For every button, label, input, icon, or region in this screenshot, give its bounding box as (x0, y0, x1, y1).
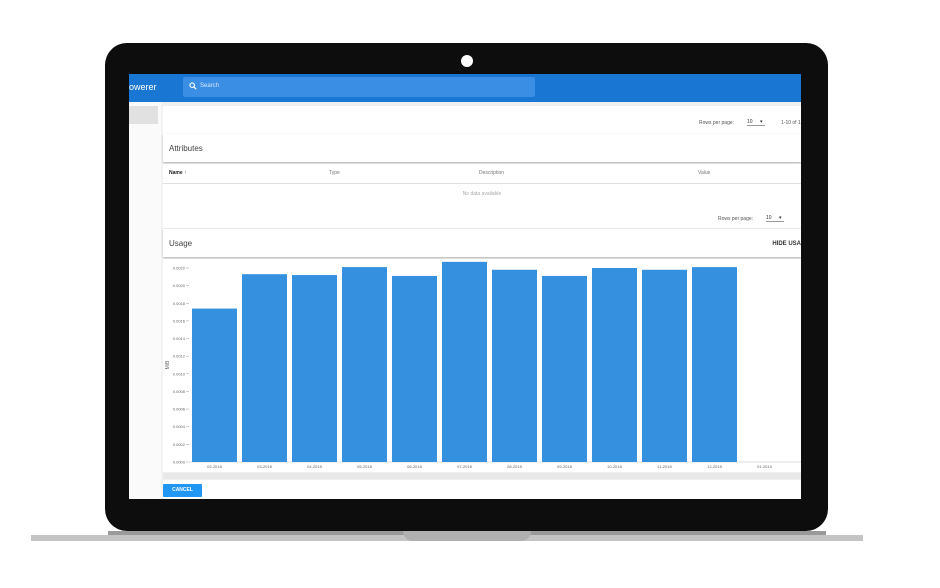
laptop-base-notch (403, 531, 531, 541)
x-tick-label: 05-2018 (357, 464, 372, 469)
y-tick-label: 0.0010 (173, 371, 186, 376)
y-tick-label: 0.0014 (173, 336, 186, 341)
x-tick-label: 03-2018 (257, 464, 272, 469)
rows-per-page-value: 10 (747, 119, 753, 125)
y-tick-label: 0.0012 (173, 354, 186, 359)
y-tick-label: 0.0022 (173, 266, 186, 271)
column-header-type[interactable]: Type (329, 170, 340, 176)
bar (692, 267, 737, 462)
footer (163, 480, 801, 499)
pagination-top: Rows per page: 10 ▾ 1-10 of 1 (163, 106, 801, 134)
x-tick-label: 01-2019 (757, 464, 772, 469)
app-title: owerer (129, 82, 157, 92)
chevron-down-icon: ▾ (759, 119, 763, 125)
y-tick-label: 0.0008 (173, 389, 186, 394)
x-tick-label: 11-2018 (657, 464, 672, 469)
pagination-range: 1-10 of 1 (781, 120, 801, 126)
table-rows-per-page-select[interactable]: 10 ▾ (766, 215, 784, 222)
table-rows-per-page-label: Rows per page: (718, 216, 754, 222)
attributes-header: Attributes (163, 134, 801, 162)
sidebar (129, 102, 161, 499)
header-divider (163, 183, 801, 184)
y-tick-label: 0.0018 (173, 301, 186, 306)
x-tick-label: 10-2018 (607, 464, 622, 469)
column-header-value[interactable]: Value (698, 170, 710, 176)
x-tick-label: 02-2018 (207, 464, 222, 469)
sidebar-item-selected[interactable] (129, 106, 158, 124)
usage-title: Usage (169, 239, 193, 248)
chart-scrollbar[interactable] (163, 473, 801, 479)
y-tick-label: 0.0020 (173, 283, 186, 288)
cancel-button[interactable]: CANCEL (163, 484, 202, 497)
search-bar[interactable]: Search (183, 77, 535, 97)
search-icon (189, 82, 197, 90)
bar (342, 267, 387, 462)
rows-per-page-select[interactable]: 10 ▾ (747, 119, 765, 126)
y-axis-label: MiB (165, 360, 171, 369)
bar (192, 308, 237, 462)
bar (242, 274, 287, 462)
x-tick-label: 06-2018 (407, 464, 422, 469)
attributes-table: Name ↑ Type Description Value No data av… (163, 164, 801, 228)
search-input[interactable]: Search (200, 83, 219, 89)
usage-chart-card: MiB 0.0000 0.0002 0.0004 0.0006 0.0008 0.0010 0… (163, 259, 801, 472)
column-header-name[interactable]: Name ↑ (169, 170, 187, 176)
hide-usage-button[interactable]: HIDE USA (772, 241, 801, 247)
chevron-down-icon: ▾ (778, 215, 782, 221)
arrow-up-icon: ↑ (184, 170, 187, 176)
main-content: Rows per page: 10 ▾ 1-10 of 1 Attributes… (163, 102, 801, 499)
bar (642, 269, 687, 462)
bar (442, 261, 487, 462)
y-tick-label: 0.0002 (173, 442, 186, 447)
bar (592, 268, 637, 462)
usage-header: Usage HIDE USA (163, 229, 801, 257)
screen: owerer Search Rows per page: 10 ▾ 1-10 o… (129, 74, 801, 499)
laptop-camera (461, 55, 473, 67)
x-tick-label: 08-2018 (507, 464, 522, 469)
table-rows-per-page-value: 10 (766, 215, 772, 221)
y-tick-label: 0.0000 (173, 460, 186, 465)
y-tick-label: 0.0016 (173, 318, 186, 323)
x-tick-label: 04-2018 (307, 464, 322, 469)
usage-bar-chart: MiB 0.0000 0.0002 0.0004 0.0006 0.0008 0.0010 0… (165, 261, 801, 469)
x-tick-label: 12-2018 (707, 464, 722, 469)
app-bar: owerer Search (129, 74, 801, 102)
bar (492, 269, 537, 462)
bar (542, 275, 587, 462)
x-tick-label: 07-2018 (457, 464, 472, 469)
bar (392, 275, 437, 462)
y-tick-label: 0.0004 (173, 424, 186, 429)
y-tick-label: 0.0006 (173, 407, 186, 412)
attributes-title: Attributes (169, 144, 203, 153)
rows-per-page-label: Rows per page: (699, 120, 735, 126)
column-name-label: Name (169, 170, 183, 176)
column-header-description[interactable]: Description (479, 170, 504, 176)
bar (292, 275, 337, 462)
x-tick-label: 09-2018 (557, 464, 572, 469)
empty-state: No data available (462, 191, 502, 197)
